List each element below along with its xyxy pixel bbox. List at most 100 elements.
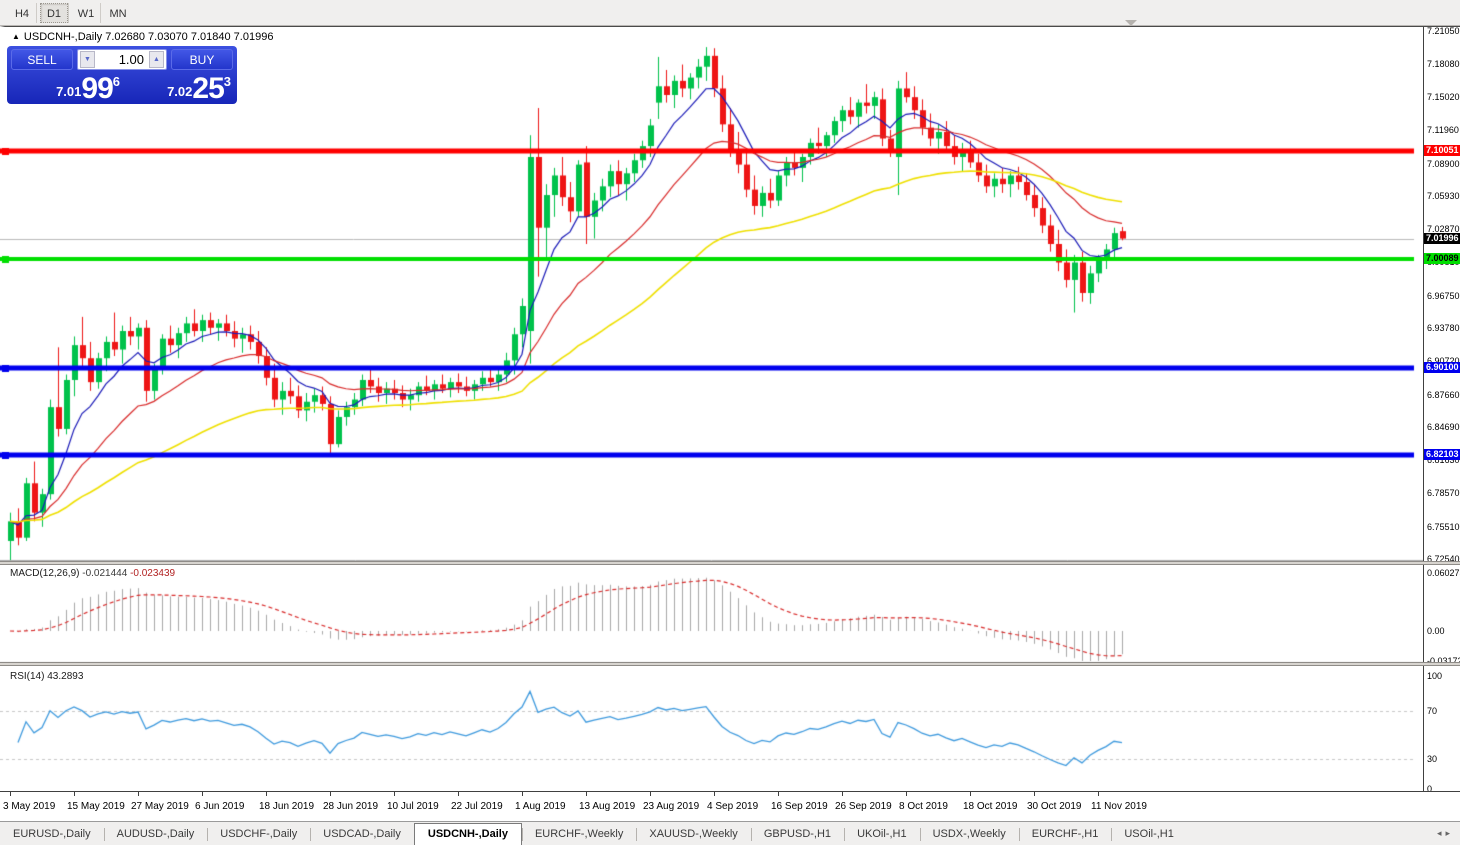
- macd-name: MACD(12,26,9): [10, 568, 79, 579]
- date-axis-tick: [1034, 792, 1035, 796]
- date-axis-label: 22 Jul 2019: [451, 801, 503, 812]
- chart-tab-ukoil-h1[interactable]: UKOil-,H1: [844, 824, 920, 845]
- date-axis-label: 3 May 2019: [3, 801, 55, 812]
- trading-platform-window: H4D1W1MN ▲ USDCNH-,Daily 7.02680 7.03070 …: [0, 0, 1460, 845]
- chart-ohlc-values: 7.02680 7.03070 7.01840 7.01996: [105, 31, 273, 43]
- chart-tab-gbpusd-h1[interactable]: GBPUSD-,H1: [751, 824, 844, 845]
- sell-price-display[interactable]: 7.01996: [10, 72, 122, 102]
- date-axis-tick: [10, 792, 11, 796]
- macd-signal-value: -0.023439: [130, 568, 175, 579]
- timeframe-button-w1[interactable]: W1: [72, 3, 100, 23]
- date-axis-label: 16 Sep 2019: [771, 801, 828, 812]
- panel-separator[interactable]: [0, 662, 1460, 666]
- chart-tab-usdcad-daily[interactable]: USDCAD-,Daily: [310, 824, 414, 845]
- date-axis-label: 1 Aug 2019: [515, 801, 566, 812]
- date-axis-label: 11 Nov 2019: [1091, 801, 1147, 812]
- rsi-label: RSI(14) 43.2893: [10, 671, 83, 682]
- price-axis-tick: 6.93780: [1427, 323, 1460, 333]
- timeframe-button-h4[interactable]: H4: [8, 3, 36, 23]
- chart-tab-eurchf-h1[interactable]: EURCHF-,H1: [1019, 824, 1112, 845]
- volume-decrease-icon[interactable]: ▼: [80, 51, 95, 68]
- chart-tab-eurusd-daily[interactable]: EURUSD-,Daily: [0, 824, 104, 845]
- volume-increase-icon[interactable]: ▲: [149, 51, 164, 68]
- macd-main-value: -0.021444: [82, 568, 127, 579]
- rsi-name: RSI(14): [10, 671, 44, 682]
- volume-input[interactable]: ▼ 1.00 ▲: [77, 49, 167, 70]
- timeframe-button-mn[interactable]: MN: [104, 3, 132, 23]
- date-axis-label: 18 Oct 2019: [963, 801, 1017, 812]
- price-axis-tick: 6.87660: [1427, 390, 1460, 400]
- price-axis-tick: 6.78570: [1427, 488, 1460, 498]
- panel-separator[interactable]: [0, 561, 1460, 565]
- price-axis-tick: 6.84690: [1427, 422, 1460, 432]
- chart-tab-bar: EURUSD-,DailyAUDUSD-,DailyUSDCHF-,DailyU…: [0, 821, 1460, 845]
- sell-price-big: 99: [81, 72, 112, 105]
- symbol-marker-icon: ▲: [12, 32, 20, 41]
- date-axis-tick: [714, 792, 715, 796]
- price-axis-tick: 6.75510: [1427, 522, 1460, 532]
- date-axis-label: 15 May 2019: [67, 801, 125, 812]
- rsi-axis-tick: 70: [1427, 706, 1437, 716]
- buy-price-sup: 3: [224, 74, 231, 89]
- chart-tab-audusd-daily[interactable]: AUDUSD-,Daily: [104, 824, 208, 845]
- tab-scroll-right-icon[interactable]: ▸: [1445, 828, 1454, 838]
- one-click-trade-panel: SELL ▼ 1.00 ▲ BUY 7.01996 7.02253: [7, 46, 237, 104]
- date-axis-label: 30 Oct 2019: [1027, 801, 1081, 812]
- chart-tab-xauusd-weekly[interactable]: XAUUSD-,Weekly: [636, 824, 750, 845]
- price-level-badge: 7.01996: [1424, 233, 1460, 244]
- macd-axis-tick: 0.00: [1427, 626, 1445, 636]
- rsi-axis-tick: 100: [1427, 671, 1442, 681]
- toolbar-separator: [68, 3, 69, 23]
- date-axis-tick: [586, 792, 587, 796]
- price-axis-tick: 7.05930: [1427, 191, 1460, 201]
- date-axis-tick: [74, 792, 75, 796]
- chart-tab-usdcnh-daily[interactable]: USDCNH-,Daily: [414, 823, 522, 845]
- chart-title: ▲ USDCNH-,Daily 7.02680 7.03070 7.01840 7…: [12, 31, 273, 43]
- date-axis-label: 26 Sep 2019: [835, 801, 892, 812]
- date-axis-tick: [330, 792, 331, 796]
- price-axis-tick: 7.21050: [1427, 26, 1460, 36]
- date-axis-tick: [138, 792, 139, 796]
- price-axis-tick: 7.18080: [1427, 59, 1460, 69]
- macd-axis-tick: 0.060273: [1427, 568, 1460, 578]
- price-axis[interactable]: 7.210507.180807.150207.119607.089007.059…: [1423, 27, 1460, 791]
- date-axis-label: 13 Aug 2019: [579, 801, 635, 812]
- date-axis-tick: [202, 792, 203, 796]
- toolbar-separator: [36, 3, 37, 23]
- date-axis[interactable]: 3 May 2019 15 May 2019 27 May 2019 6 Jun 20…: [0, 791, 1460, 821]
- date-axis-label: 10 Jul 2019: [387, 801, 439, 812]
- timeframe-button-d1[interactable]: D1: [40, 3, 68, 23]
- price-level-badge: 6.90100: [1424, 362, 1460, 373]
- timeframe-toolbar: H4D1W1MN: [0, 0, 1460, 26]
- sell-price-sup: 6: [113, 74, 120, 89]
- chart-symbol-label: USDCNH-,Daily: [24, 31, 102, 43]
- chart-tab-eurchf-weekly[interactable]: EURCHF-,Weekly: [522, 824, 636, 845]
- chart-tab-usoil-h1[interactable]: USOil-,H1: [1111, 824, 1187, 845]
- date-axis-tick: [394, 792, 395, 796]
- price-axis-tick: 7.15020: [1427, 92, 1460, 102]
- rsi-axis-tick: 30: [1427, 754, 1437, 764]
- date-axis-tick: [906, 792, 907, 796]
- sell-button[interactable]: SELL: [11, 49, 73, 70]
- buy-price-big: 25: [192, 72, 223, 105]
- price-chart-canvas[interactable]: [0, 27, 1423, 791]
- date-axis-tick: [650, 792, 651, 796]
- price-axis-tick: 7.08900: [1427, 159, 1460, 169]
- date-axis-tick: [522, 792, 523, 796]
- date-axis-label: 27 May 2019: [131, 801, 189, 812]
- buy-button[interactable]: BUY: [171, 49, 233, 70]
- macd-label: MACD(12,26,9) -0.021444 -0.023439: [10, 568, 175, 579]
- date-axis-tick: [842, 792, 843, 796]
- chart-tab-usdx-weekly[interactable]: USDX-,Weekly: [920, 824, 1019, 845]
- date-axis-label: 4 Sep 2019: [707, 801, 758, 812]
- sell-price-small: 7.01: [56, 84, 81, 99]
- date-axis-tick: [778, 792, 779, 796]
- buy-price-display[interactable]: 7.02253: [125, 72, 237, 102]
- price-level-badge: 7.10051: [1424, 145, 1460, 156]
- tab-scroll-arrows[interactable]: ◂▸: [1437, 828, 1454, 839]
- date-axis-label: 6 Jun 2019: [195, 801, 245, 812]
- chart-tab-usdchf-daily[interactable]: USDCHF-,Daily: [207, 824, 310, 845]
- date-axis-tick: [970, 792, 971, 796]
- date-axis-label: 8 Oct 2019: [899, 801, 948, 812]
- volume-value[interactable]: 1.00: [119, 52, 144, 67]
